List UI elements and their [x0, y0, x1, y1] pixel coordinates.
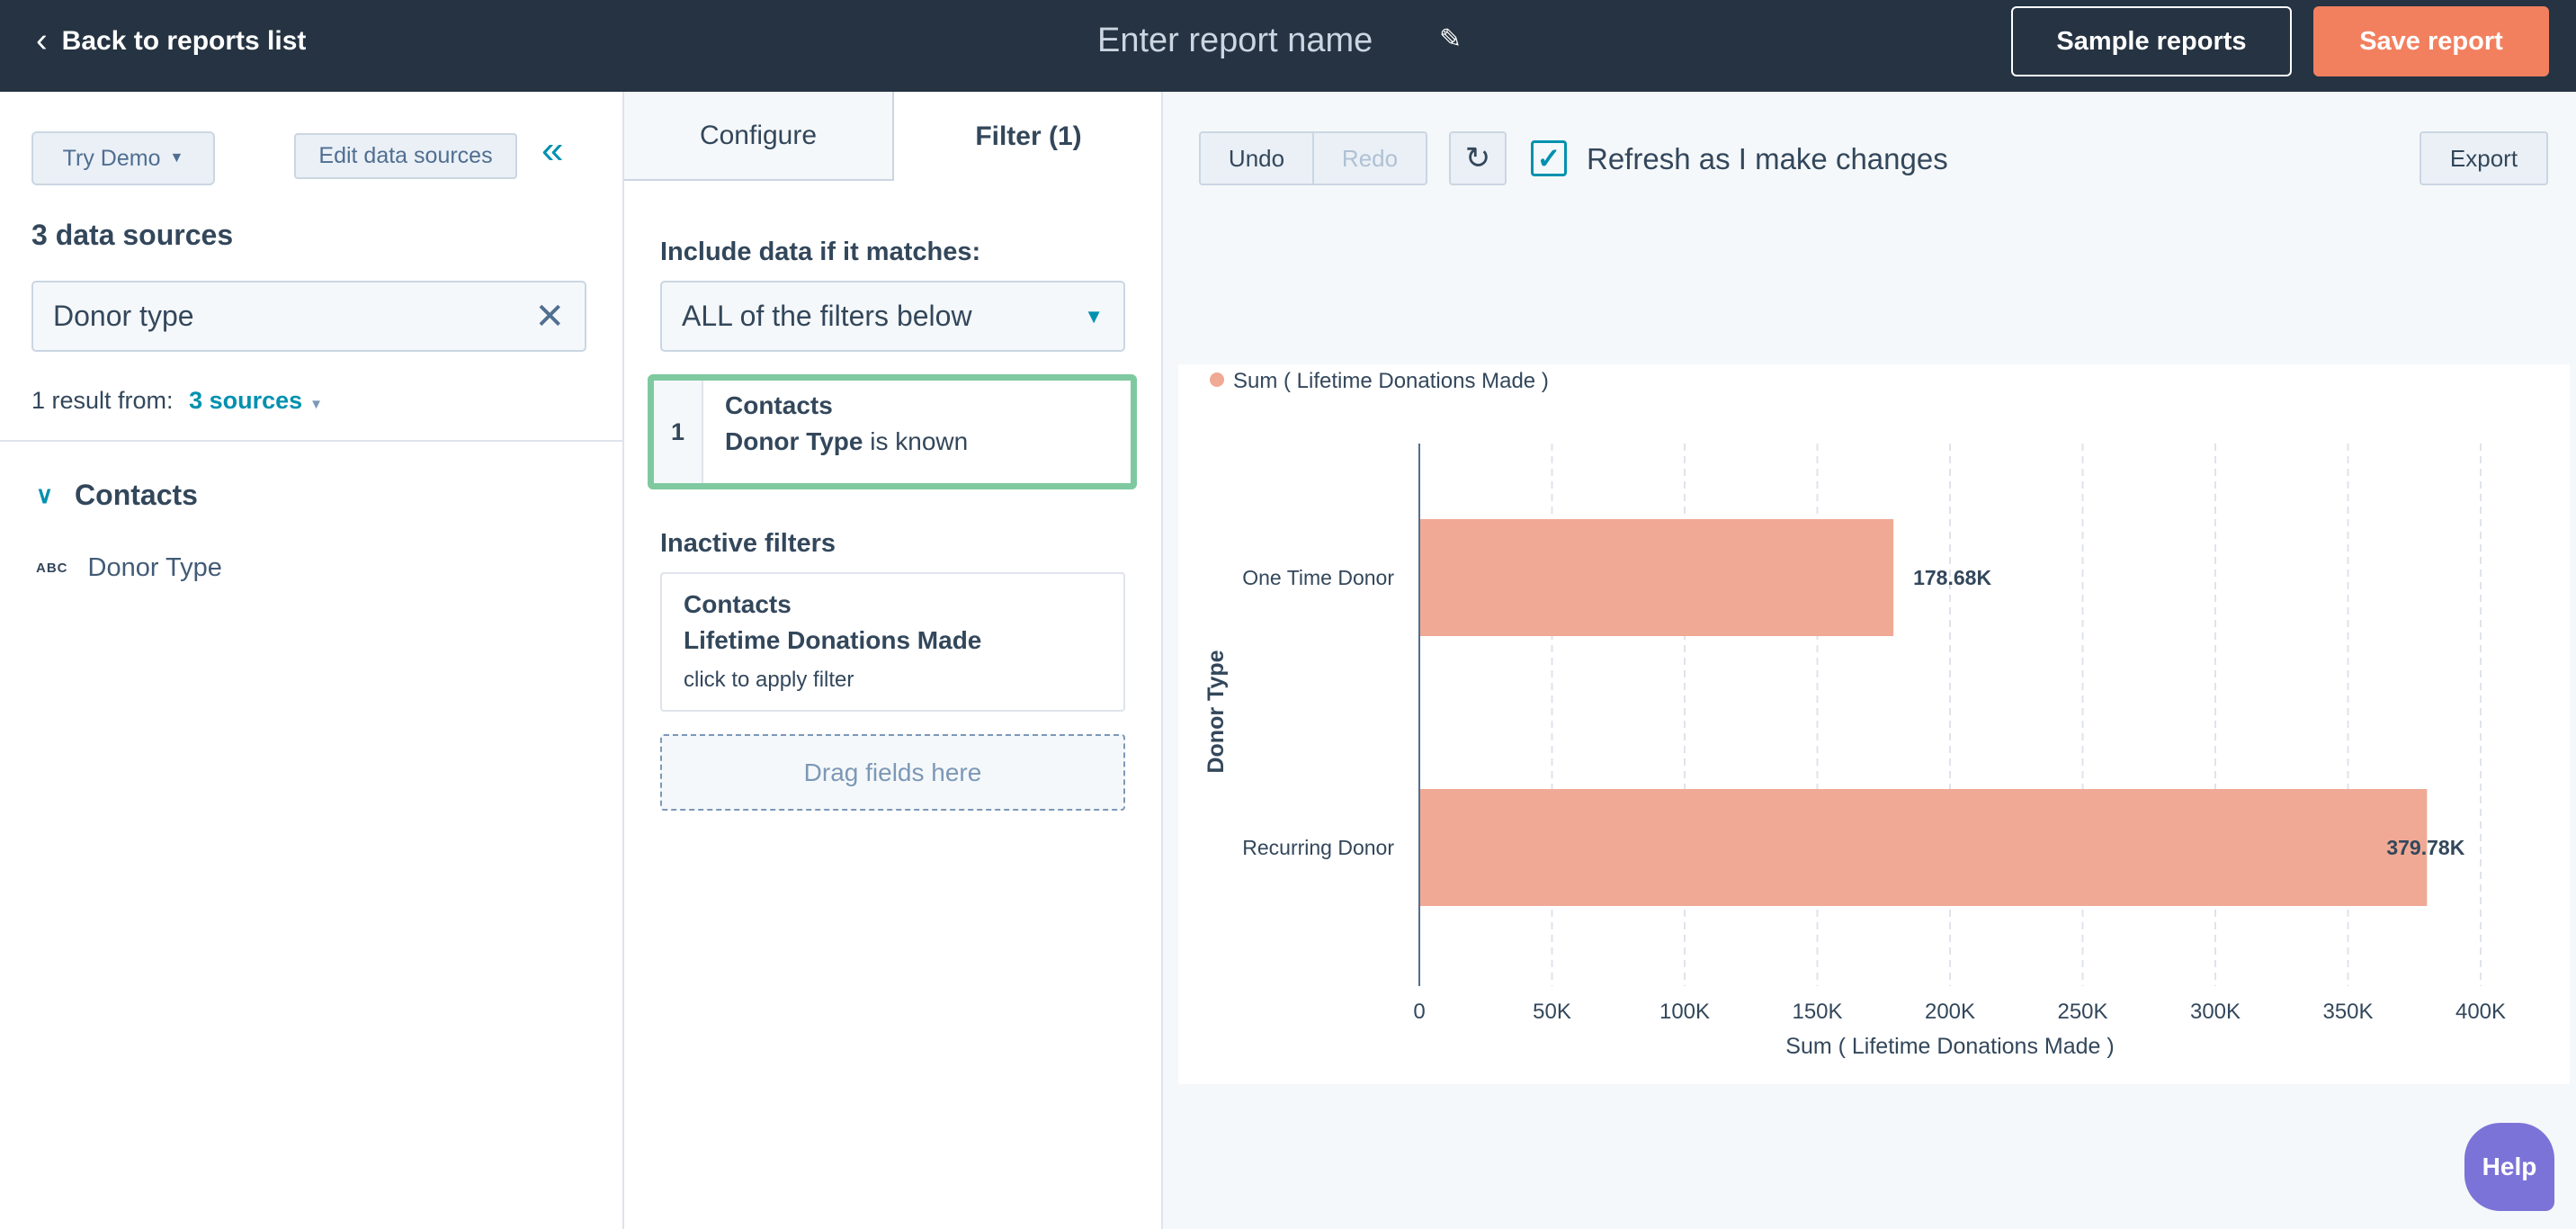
chevron-left-icon: ‹ [36, 22, 48, 59]
clear-icon[interactable]: ✕ [534, 296, 565, 337]
match-select[interactable]: ALL of the filters below ▼ [660, 281, 1125, 352]
refresh-icon[interactable]: ↻ [1449, 131, 1507, 185]
include-label: Include data if it matches: [660, 238, 981, 266]
sources-title: 3 data sources [31, 219, 234, 251]
refresh-label: Refresh as I make changes [1587, 142, 1948, 175]
contacts-group-toggle[interactable]: ∨ Contacts [36, 479, 198, 512]
chevron-down-icon: ∨ [36, 481, 54, 508]
refresh-checkbox[interactable]: ✓ [1531, 140, 1567, 176]
x-tick-label: 200K [1925, 1000, 1975, 1024]
caret-down-icon: ▼ [169, 150, 184, 166]
export-button[interactable]: Export [2419, 131, 2548, 185]
filter-number: 1 [654, 381, 703, 483]
save-report-button[interactable]: Save report [2313, 6, 2549, 76]
x-tick-label: 100K [1659, 1000, 1710, 1024]
divider [0, 440, 622, 442]
caret-down-icon: ▼ [1084, 304, 1104, 327]
top-bar: ‹ Back to reports list Enter report name … [0, 0, 2576, 92]
field-item-donor-type[interactable]: ABC Donor Type [36, 553, 222, 583]
report-name-input[interactable]: Enter report name [1097, 22, 1373, 60]
y-axis-title: Donor Type [1203, 650, 1229, 773]
x-tick-label: 250K [2057, 1000, 2107, 1024]
inactive-filters-label: Inactive filters [660, 529, 836, 558]
y-category-label: One Time Donor [1242, 566, 1394, 589]
filter-property: Donor Type [725, 427, 863, 455]
data-label: 178.68K [1913, 566, 1991, 589]
x-tick-label: 0 [1413, 1000, 1425, 1024]
bar-chart: Sum ( Lifetime Donations Made ) 0 50K 100K 1… [1203, 369, 2506, 1059]
pencil-icon[interactable]: ✎ [1439, 23, 1462, 55]
tab-configure[interactable]: Configure [624, 92, 894, 181]
chart-card: Sum ( Lifetime Donations Made ) 0 50K 100K 1… [1178, 364, 2570, 1084]
bar [1419, 519, 1894, 636]
x-tick-label: 50K [1533, 1000, 1571, 1024]
edit-data-sources-button[interactable]: Edit data sources [294, 133, 517, 179]
undo-button[interactable]: Undo [1199, 131, 1314, 185]
filter-object: Contacts [725, 391, 833, 419]
bar [1419, 789, 2428, 906]
caret-down-icon: ▼ [309, 397, 323, 412]
sources-dropdown[interactable]: 3 sources [189, 387, 302, 414]
drag-fields-dropzone[interactable]: Drag fields here [660, 734, 1125, 811]
filter-operator: is known [870, 427, 969, 455]
x-tick-label: 150K [1792, 1000, 1842, 1024]
data-sources-panel: Try Demo ▼ Edit data sources « 3 data sou… [0, 92, 624, 1229]
tab-filter[interactable]: Filter (1) [894, 92, 1163, 181]
text-field-icon: ABC [36, 561, 68, 576]
collapse-panel-icon[interactable]: « [541, 128, 563, 173]
x-tick-label: 300K [2190, 1000, 2241, 1024]
help-button[interactable]: Help [2464, 1123, 2554, 1211]
x-tick-label: 400K [2455, 1000, 2506, 1024]
y-category-label: Recurring Donor [1242, 836, 1394, 859]
field-search-input[interactable]: Donor type ✕ [31, 281, 586, 352]
active-filter-card[interactable]: 1 Contacts Donor Type is known [648, 374, 1137, 489]
filter-panel: Configure Filter (1) Include data if it … [624, 92, 1163, 1229]
result-summary: 1 result from: 3 sources ▼ [31, 387, 323, 414]
legend-marker [1210, 372, 1224, 387]
try-demo-button[interactable]: Try Demo ▼ [31, 131, 215, 185]
inactive-filter-card[interactable]: Contacts Lifetime Donations Made click t… [660, 572, 1125, 712]
sample-reports-button[interactable]: Sample reports [2011, 6, 2292, 76]
redo-button[interactable]: Redo [1312, 131, 1427, 185]
legend-label: Sum ( Lifetime Donations Made ) [1233, 369, 1549, 393]
x-axis-title: Sum ( Lifetime Donations Made ) [1785, 1034, 2114, 1059]
x-tick-label: 350K [2322, 1000, 2373, 1024]
back-to-reports-link[interactable]: ‹ Back to reports list [36, 22, 306, 60]
data-label: 379.78K [2386, 836, 2464, 859]
